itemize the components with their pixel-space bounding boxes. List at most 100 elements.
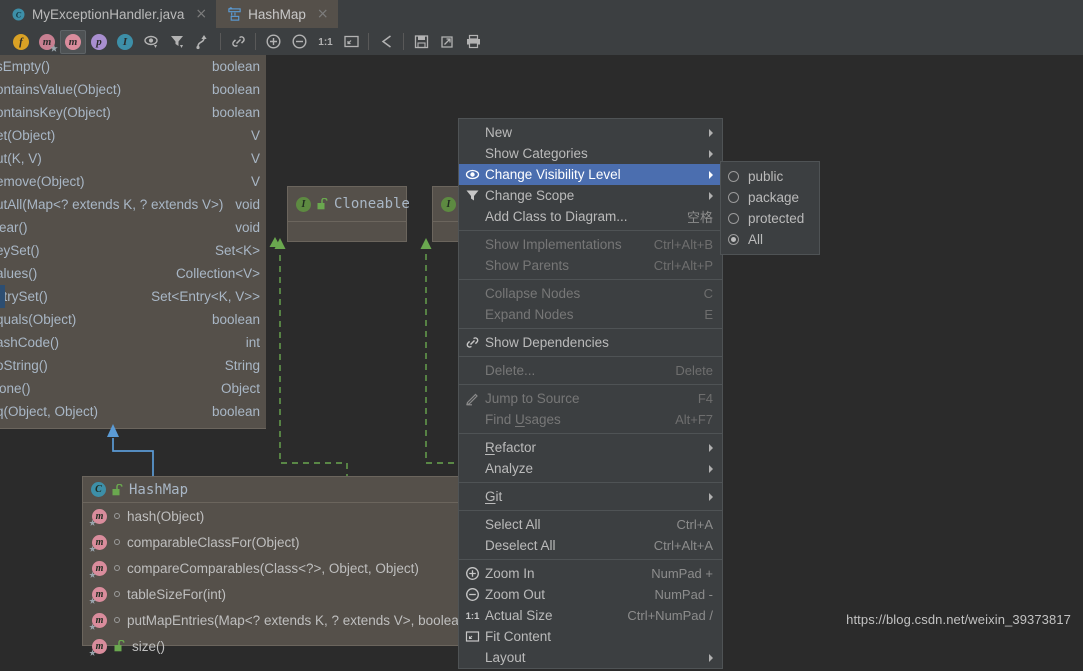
left-panel-member-row[interactable]: ntrySet() Set<Entry<K, V>> [0, 285, 266, 308]
member-return-type: boolean [211, 312, 260, 327]
radio-icon[interactable] [728, 192, 739, 203]
left-panel-member-row[interactable]: utAll(Map<? extends K, ? extends V>) void [0, 193, 266, 216]
member-signature: comparableClassFor(Object) [127, 534, 300, 550]
node-member-row[interactable]: m tableSizeFor(int) [83, 581, 463, 607]
show-links-button[interactable] [225, 30, 251, 54]
left-class-node-panel[interactable]: sEmpty() boolean ontainsValue(Object) boole… [0, 55, 267, 429]
left-panel-member-row[interactable]: q(Object, Object) boolean [0, 400, 266, 423]
print-button[interactable] [460, 30, 486, 54]
left-panel-member-row[interactable]: sEmpty() boolean [0, 55, 266, 78]
radio-icon[interactable] [728, 171, 739, 182]
save-button[interactable] [408, 30, 434, 54]
visibility-option-protected[interactable]: protected [721, 208, 819, 229]
member-return-type: Set<Entry<K, V>> [151, 289, 260, 304]
radio-icon[interactable] [728, 234, 739, 245]
show-constructors-button[interactable]: m [34, 30, 60, 54]
show-fields-button[interactable]: f [8, 30, 34, 54]
curve-icon [195, 35, 207, 50]
fit-content-icon [465, 631, 479, 642]
visibility-option-All[interactable]: All [721, 229, 819, 250]
export-button[interactable] [434, 30, 460, 54]
node-member-row[interactable]: m comparableClassFor(Object) [83, 529, 463, 555]
menu-item-change-scope[interactable]: Change Scope [459, 185, 722, 206]
menu-item-shortcut: Ctrl+A [676, 517, 713, 532]
actual-size-button[interactable]: 1:1 [312, 30, 338, 54]
menu-item-change-visibility-level[interactable]: Change Visibility Level [459, 164, 722, 185]
diagram-context-menu[interactable]: New Show Categories Change Visibility Leve… [458, 118, 723, 669]
visibility-option-label: public [748, 169, 784, 184]
member-signature: hash(Object) [127, 508, 205, 524]
left-panel-member-row[interactable]: lear() void [0, 216, 266, 239]
left-panel-member-row[interactable]: et(Object) V [0, 124, 266, 147]
menu-item-deselect-all[interactable]: Deselect All Ctrl+Alt+A [459, 535, 722, 556]
node-member-row[interactable]: m hash(Object) [83, 503, 463, 529]
member-return-type: Collection<V> [175, 266, 260, 281]
method-icon: m [65, 33, 81, 50]
show-methods-button[interactable]: m [60, 29, 86, 54]
menu-item-jump-to-source: Jump to Source F4 [459, 388, 722, 409]
left-panel-member-row[interactable]: ashCode() int [0, 331, 266, 354]
left-panel-member-row[interactable]: lone() Object [0, 377, 266, 400]
node-member-row[interactable]: m size() [83, 633, 463, 659]
menu-item-add-class-to-diagram[interactable]: Add Class to Diagram... 空格 [459, 206, 722, 227]
visibility-option-package[interactable]: package [721, 187, 819, 208]
menu-item-actual-size[interactable]: 1:1 Actual Size Ctrl+NumPad / [459, 605, 722, 626]
toolbar-separator-3 [368, 33, 369, 50]
menu-separator [459, 510, 722, 511]
show-inner-classes-button[interactable]: I [112, 30, 138, 54]
member-signature: utAll(Map<? extends K, ? extends V>) [0, 197, 224, 212]
member-return-type: V [250, 174, 260, 189]
change-visibility-level-submenu[interactable]: public package protected All [720, 161, 820, 255]
diagram-node-cloneable[interactable]: I Cloneable [287, 186, 410, 242]
member-signature: alues() [0, 266, 38, 281]
show-dependencies-button[interactable] [190, 30, 216, 54]
menu-item-label: Show Implementations [485, 237, 622, 252]
left-panel-member-row[interactable]: ut(K, V) V [0, 147, 266, 170]
menu-item-show-dependencies[interactable]: Show Dependencies [459, 332, 722, 353]
left-panel-member-row[interactable]: oString() String [0, 354, 266, 377]
left-panel-member-row[interactable]: eySet() Set<K> [0, 239, 266, 262]
menu-item-layout[interactable]: Layout [459, 647, 722, 668]
menu-item-zoom-out[interactable]: Zoom Out NumPad - [459, 584, 722, 605]
zoom-out-button[interactable] [286, 30, 312, 54]
radio-icon[interactable] [728, 213, 739, 224]
unlocked-public-icon [112, 483, 123, 495]
zoom-in-button[interactable] [260, 30, 286, 54]
menu-item-zoom-in[interactable]: Zoom In NumPad + [459, 563, 722, 584]
menu-item-select-all[interactable]: Select All Ctrl+A [459, 514, 722, 535]
editor-tab-diagram[interactable]: HashMap × [216, 0, 338, 28]
menu-item-git[interactable]: Git [459, 486, 722, 507]
menu-item-fit-content[interactable]: Fit Content [459, 626, 722, 647]
left-panel-member-row[interactable]: quals(Object) boolean [0, 308, 266, 331]
editor-tab-java-file[interactable]: C MyExceptionHandler.java × [0, 0, 216, 28]
member-signature: ashCode() [0, 335, 60, 350]
printer-icon [466, 34, 480, 49]
node-member-row[interactable]: m compareComparables(Class<?>, Object, Ob… [83, 555, 463, 581]
visibility-option-public[interactable]: public [721, 166, 819, 187]
close-icon[interactable]: × [317, 7, 329, 21]
menu-item-new[interactable]: New [459, 122, 722, 143]
node-member-row[interactable]: m putMapEntries(Map<? extends K, ? extend… [83, 607, 471, 633]
menu-item-analyze[interactable]: Analyze [459, 458, 722, 479]
funnel-icon [459, 188, 485, 203]
left-panel-member-row[interactable]: ontainsValue(Object) boolean [0, 78, 266, 101]
menu-item-label: Show Dependencies [485, 335, 609, 350]
node-member-list: m hash(Object) m comparableClassFor(Object)… [83, 503, 471, 671]
left-panel-member-row[interactable]: ontainsKey(Object) boolean [0, 101, 266, 124]
close-icon[interactable]: × [195, 7, 207, 21]
private-visibility-icon [114, 617, 120, 623]
show-properties-button[interactable]: p [86, 30, 112, 54]
method-icon: m [89, 638, 107, 656]
menu-item-shortcut: E [704, 307, 713, 322]
layout-button[interactable] [373, 30, 399, 54]
fit-content-button[interactable] [338, 30, 364, 54]
menu-item-show-categories[interactable]: Show Categories [459, 143, 722, 164]
change-visibility-level-button[interactable] [138, 30, 164, 54]
diagram-node-hashmap[interactable]: C HashMap m hash(Object) m comparableClassFor… [82, 476, 471, 656]
visibility-option-label: package [748, 190, 800, 205]
change-scope-button[interactable] [164, 30, 190, 54]
menu-item-refactor[interactable]: Refactor [459, 437, 722, 458]
node-title: HashMap [129, 481, 189, 498]
left-panel-member-row[interactable]: emove(Object) V [0, 170, 266, 193]
left-panel-member-row[interactable]: alues() Collection<V> [0, 262, 266, 285]
